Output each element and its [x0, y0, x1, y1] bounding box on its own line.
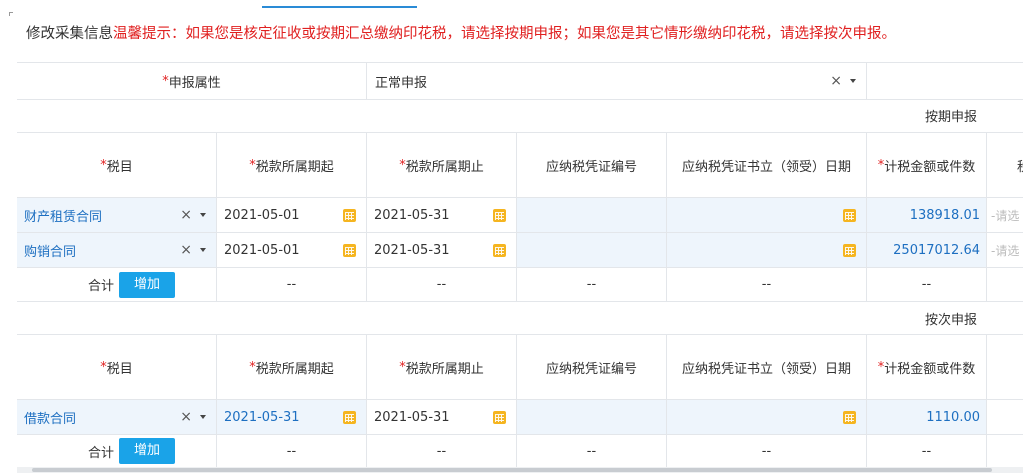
clear-icon[interactable]: × [180, 242, 192, 258]
table-row: 购销合同 × 2021-05-01 2021-05-31 25017012.64 … [17, 232, 1023, 267]
period-start-input[interactable]: 2021-05-01 [217, 198, 367, 232]
total-cell: -- [367, 268, 517, 301]
total-cell: -- [217, 435, 367, 467]
calendar-icon[interactable] [493, 410, 506, 424]
calendar-icon[interactable] [343, 410, 356, 424]
period-end-input[interactable]: 2021-05-31 [367, 233, 517, 267]
col-tax-item: * 税目 [17, 133, 217, 197]
add-button[interactable]: 增加 [119, 438, 176, 464]
total-cell: -- [517, 435, 667, 467]
section-periodic: 按期申报 [17, 99, 1023, 132]
calendar-icon[interactable] [843, 410, 856, 424]
active-tab-indicator [262, 6, 417, 8]
scrollbar-thumb[interactable] [32, 468, 992, 472]
section-periodic-label: 按期申报 [924, 110, 977, 125]
table-row: 财产租赁合同 × 2021-05-01 2021-05-31 138918.01 … [17, 197, 1023, 232]
col-amount: * 计税金额或件数 [867, 133, 987, 197]
col-tax-item: * 税目 [17, 335, 217, 399]
section-per-time-label: 按次申报 [924, 312, 977, 328]
period-start-input[interactable]: 2021-05-31 [217, 400, 367, 434]
chevron-down-icon[interactable] [850, 79, 856, 83]
col-period-end: * 税款所属期止 [367, 335, 517, 399]
tax-item-value: 财产租赁合同 [24, 209, 103, 225]
periodic-header-row: * 税目 * 税款所属期起 * 税款所属期止 应纳税凭证编号 应纳税凭证书立（领受）日… [17, 132, 1023, 197]
amount-input[interactable]: 1110.00 [867, 400, 987, 434]
voucher-date-input[interactable] [667, 198, 867, 232]
amount-input[interactable]: 138918.01 [867, 198, 987, 232]
voucher-date-input[interactable] [667, 233, 867, 267]
col-voucher-date: 应纳税凭证书立（领受）日期 [667, 133, 867, 197]
periodic-total-row: 合计 增加 -- -- -- -- -- [17, 267, 1023, 301]
calendar-icon[interactable] [493, 243, 506, 257]
per-time-header-row: * 税目 * 税款所属期起 * 税款所属期止 应纳税凭证编号 应纳税凭证书立（领受）日… [17, 334, 1023, 399]
tax-item-value: 购销合同 [24, 244, 77, 260]
tax-item-value: 借款合同 [24, 411, 77, 427]
calendar-icon[interactable] [343, 208, 356, 222]
clear-icon[interactable]: × [180, 409, 192, 425]
voucher-date-input[interactable] [667, 400, 867, 434]
tax-item-select[interactable]: 财产租赁合同 × [17, 198, 217, 232]
page-title: 修改采集信息温馨提示：如果您是核定征收或按期汇总缴纳印花税，请选择按期申报；如果… [0, 20, 1023, 48]
table-row: 借款合同 × 2021-05-31 2021-05-31 1110.00 [17, 399, 1023, 434]
total-cell: -- [867, 435, 987, 467]
total-label: 合计 [87, 445, 114, 461]
col-period-end: * 税款所属期止 [367, 133, 517, 197]
attribute-row: * 申报属性 正常申报 × [17, 62, 1023, 99]
col-period-start: * 税款所属期起 [217, 335, 367, 399]
attribute-label: * 申报属性 [17, 63, 367, 99]
voucher-no-input[interactable] [517, 233, 667, 267]
total-cell: -- [867, 268, 987, 301]
chevron-down-icon[interactable] [200, 248, 206, 252]
total-cell: -- [667, 435, 867, 467]
total-cell: -- [367, 435, 517, 467]
total-cell: -- [667, 268, 867, 301]
col-voucher-no: 应纳税凭证编号 [517, 335, 667, 399]
chevron-down-icon[interactable] [200, 415, 206, 419]
clear-icon[interactable]: × [830, 73, 842, 89]
total-cell: -- [517, 268, 667, 301]
attribute-select[interactable]: 正常申报 × [367, 63, 867, 99]
per-time-total-row: 合计 增加 -- -- -- -- -- [17, 434, 1023, 468]
col-voucher-no: 应纳税凭证编号 [517, 133, 667, 197]
calendar-icon[interactable] [843, 208, 856, 222]
period-start-input[interactable]: 2021-05-01 [217, 233, 367, 267]
section-per-time: 按次申报 [17, 301, 1023, 334]
col-voucher-date: 应纳税凭证书立（领受）日期 [667, 335, 867, 399]
col-period-start: * 税款所属期起 [217, 133, 367, 197]
total-cell: -- [217, 268, 367, 301]
col-next: 税 [987, 133, 1023, 197]
voucher-no-input[interactable] [517, 198, 667, 232]
calendar-icon[interactable] [493, 208, 506, 222]
amount-input[interactable]: 25017012.64 [867, 233, 987, 267]
attribute-select-value: 正常申报 [375, 75, 428, 91]
chevron-down-icon[interactable] [200, 213, 206, 217]
tax-item-select[interactable]: 借款合同 × [17, 400, 217, 434]
clear-icon[interactable]: × [180, 207, 192, 223]
next-select[interactable]: -请选 [987, 198, 1023, 232]
next-select[interactable]: -请选 [987, 233, 1023, 267]
calendar-icon[interactable] [843, 243, 856, 257]
voucher-no-input[interactable] [517, 400, 667, 434]
add-button[interactable]: 增加 [119, 271, 176, 298]
tax-item-select[interactable]: 购销合同 × [17, 233, 217, 267]
period-end-input[interactable]: 2021-05-31 [367, 400, 517, 434]
horizontal-scrollbar[interactable] [17, 467, 1023, 473]
col-amount: * 计税金额或件数 [867, 335, 987, 399]
corner-mark [9, 12, 13, 16]
page-title-text: 修改采集信息 [26, 26, 113, 42]
warm-tip-text: 温馨提示：如果您是核定征收或按期汇总缴纳印花税，请选择按期申报；如果您是其它情形… [113, 26, 896, 42]
total-label: 合计 [87, 279, 114, 294]
calendar-icon[interactable] [343, 243, 356, 257]
period-end-input[interactable]: 2021-05-31 [367, 198, 517, 232]
